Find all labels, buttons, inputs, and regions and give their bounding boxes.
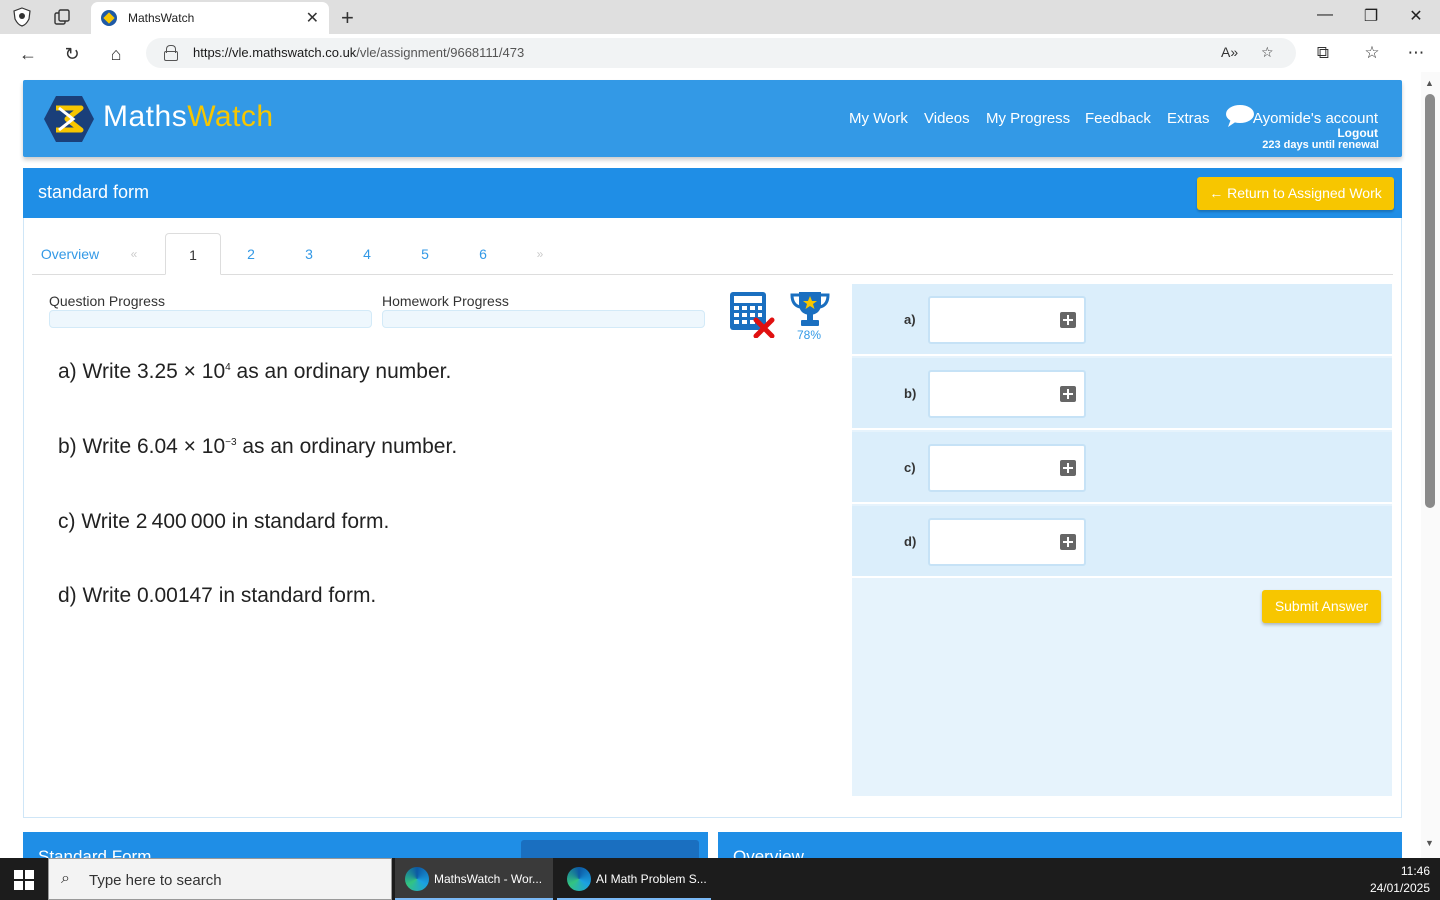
question-tabs: Overview « 1 2 3 4 5 6 »	[32, 233, 1393, 275]
tab-question-2[interactable]: 2	[237, 233, 265, 275]
taskbar-clock[interactable]: 11:46 24/01/2025	[1370, 863, 1430, 897]
extensions-icon[interactable]: ⧉	[1311, 43, 1335, 63]
tab-prev[interactable]: «	[124, 233, 144, 275]
home-icon[interactable]: ⌂	[104, 42, 128, 66]
restore-icon[interactable]: ❐	[1356, 6, 1386, 26]
chat-icon[interactable]	[1225, 104, 1255, 128]
return-to-assigned-work-button[interactable]: ← Return to Assigned Work	[1197, 177, 1394, 210]
nav-my-progress[interactable]: My Progress	[986, 110, 1070, 127]
browser-tab-bar: MathsWatch ✕ + — ❐ ✕	[0, 0, 1440, 34]
scroll-thumb[interactable]	[1425, 94, 1435, 508]
nav-videos[interactable]: Videos	[924, 110, 970, 127]
renewal-text: 223 days until renewal	[1262, 139, 1379, 151]
question-b: b) Write 6.04 × 10−3 as an ordinary numb…	[58, 435, 458, 458]
more-menu-icon[interactable]: ⋯	[1404, 43, 1428, 63]
answer-label-a: a)	[904, 312, 916, 327]
question-progress-bar	[49, 310, 372, 328]
url-field[interactable]: https://vle.mathswatch.co.uk/vle/assignm…	[146, 38, 1296, 68]
taskbar-app-label: MathsWatch - Wor...	[434, 872, 543, 886]
favorite-star-icon[interactable]: ☆	[1261, 44, 1274, 61]
topic-title-bar: standard form ← Return to Assigned Work	[23, 168, 1402, 218]
mathswatch-logo-icon[interactable]	[43, 94, 95, 144]
nav-feedback[interactable]: Feedback	[1085, 110, 1151, 127]
trophy-icon	[790, 292, 830, 326]
homework-progress-label: Homework Progress	[382, 293, 509, 309]
question-panel: Overview « 1 2 3 4 5 6 » Question Progre…	[23, 218, 1402, 818]
tab-next[interactable]: »	[530, 233, 550, 275]
clock-date: 24/01/2025	[1369, 881, 1430, 895]
logout-link[interactable]: Logout	[1337, 126, 1378, 140]
account-link[interactable]: Ayomide's account	[1253, 110, 1378, 127]
search-icon: ⌕	[61, 870, 70, 887]
question-progress-label: Question Progress	[49, 293, 165, 309]
question-d: d) Write 0.00147 in standard form.	[58, 584, 377, 607]
calculator-not-allowed-icon	[730, 292, 775, 338]
mathswatch-header: MathsWatch My Work Videos My Progress Fe…	[23, 80, 1402, 157]
overview-card: Overview	[718, 832, 1402, 858]
taskbar-app-mathswatch[interactable]: MathsWatch - Wor...	[395, 858, 553, 900]
favorites-icon[interactable]: ☆	[1360, 43, 1384, 63]
answer-label-b: b)	[904, 386, 917, 401]
read-aloud-icon[interactable]: A»	[1221, 44, 1238, 60]
standard-form-card: Standard Form	[23, 832, 708, 858]
answer-panel: a) b) c) d) Submit Answer	[852, 284, 1392, 796]
plus-square-icon[interactable]	[1060, 386, 1076, 402]
topic-title: standard form	[38, 182, 150, 202]
tab-question-1[interactable]: 1	[165, 233, 221, 275]
taskbar-app-ai-math[interactable]: AI Math Problem S...	[557, 858, 711, 900]
answer-row-c: c)	[852, 432, 1392, 504]
trophy-percent: 78%	[797, 328, 822, 342]
answer-row-d: d)	[852, 506, 1392, 578]
web-page: MathsWatch My Work Videos My Progress Fe…	[0, 72, 1421, 858]
submit-answer-button[interactable]: Submit Answer	[1262, 590, 1381, 623]
lock-icon[interactable]	[164, 45, 178, 61]
plus-square-icon[interactable]	[1060, 534, 1076, 550]
tab-question-6[interactable]: 6	[469, 233, 497, 275]
taskbar-search-box[interactable]: ⌕ Type here to search	[48, 858, 392, 900]
profile-icon[interactable]	[11, 6, 33, 28]
refresh-icon[interactable]: ↻	[60, 42, 84, 66]
tab-question-3[interactable]: 3	[295, 233, 323, 275]
answer-row-a: a)	[852, 284, 1392, 356]
close-tab-icon[interactable]: ✕	[306, 8, 319, 28]
tab-question-4[interactable]: 4	[353, 233, 381, 275]
minimize-icon[interactable]: —	[1310, 6, 1340, 24]
browser-tab-active[interactable]: MathsWatch ✕	[91, 2, 329, 34]
address-bar: ← ↻ ⌂ https://vle.mathswatch.co.uk/vle/a…	[0, 34, 1440, 72]
search-placeholder: Type here to search	[89, 872, 222, 889]
page-scrollbar[interactable]: ▲ ▼	[1421, 72, 1440, 858]
video-button[interactable]	[521, 840, 699, 858]
windows-start-icon[interactable]	[14, 870, 34, 890]
scroll-down-icon[interactable]: ▼	[1425, 838, 1434, 848]
question-c: c) Write 2 400 000 in standard form.	[58, 510, 390, 533]
scroll-up-icon[interactable]: ▲	[1425, 78, 1434, 88]
clock-time: 11:46	[1400, 864, 1430, 878]
question-a: a) Write 3.25 × 104 as an ordinary numbe…	[58, 360, 452, 383]
plus-square-icon[interactable]	[1060, 312, 1076, 328]
edge-browser-icon	[405, 867, 429, 891]
mathswatch-favicon-icon	[101, 10, 117, 26]
windows-taskbar: ⌕ Type here to search MathsWatch - Wor..…	[0, 858, 1440, 900]
back-icon[interactable]: ←	[16, 42, 40, 66]
answer-row-b: b)	[852, 358, 1392, 430]
standard-form-card-title: Standard Form	[38, 847, 152, 858]
tab-title: MathsWatch	[128, 11, 195, 25]
nav-my-work[interactable]: My Work	[849, 110, 908, 127]
answer-label-c: c)	[904, 460, 916, 475]
logo-text[interactable]: MathsWatch	[103, 100, 274, 134]
edge-browser-icon	[567, 867, 591, 891]
homework-progress-bar	[382, 310, 705, 328]
answer-label-d: d)	[904, 534, 917, 549]
url-text: https://vle.mathswatch.co.uk/vle/assignm…	[193, 45, 525, 60]
plus-square-icon[interactable]	[1060, 460, 1076, 476]
tab-question-5[interactable]: 5	[411, 233, 439, 275]
tab-overview[interactable]: Overview	[40, 233, 100, 275]
taskbar-app-label: AI Math Problem S...	[596, 872, 707, 886]
overview-card-title: Overview	[733, 847, 804, 858]
workspaces-icon[interactable]	[51, 6, 73, 28]
close-window-icon[interactable]: ✕	[1401, 6, 1431, 26]
nav-extras[interactable]: Extras	[1167, 110, 1210, 127]
new-tab-icon[interactable]: +	[341, 5, 354, 31]
